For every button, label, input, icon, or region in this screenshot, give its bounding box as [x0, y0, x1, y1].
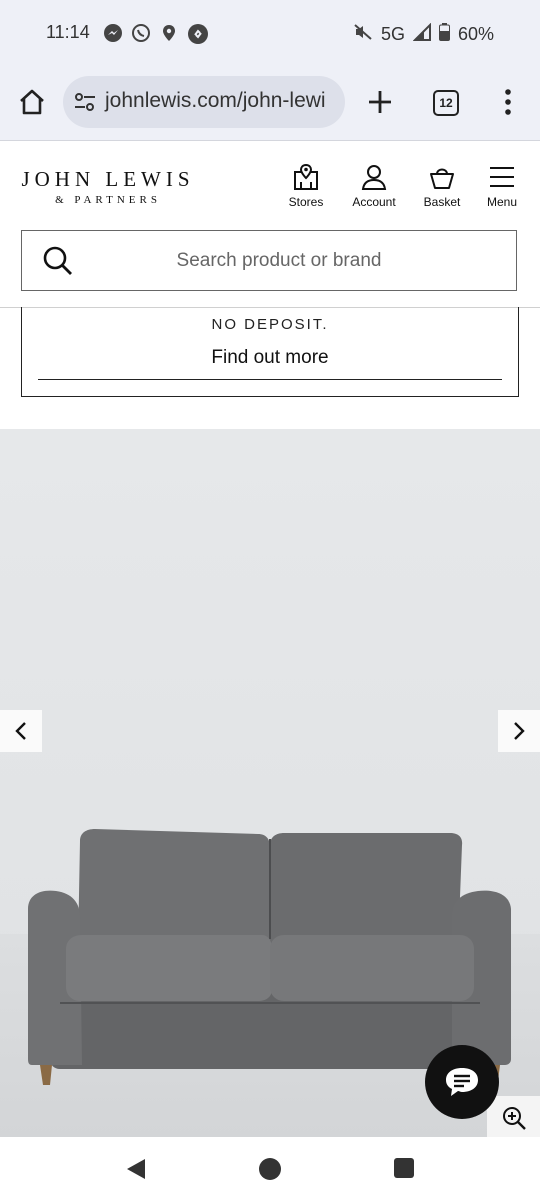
- promo-banner: NO DEPOSIT. Find out more: [21, 307, 519, 397]
- more-options-icon[interactable]: [500, 88, 516, 116]
- home-icon[interactable]: [16, 86, 48, 118]
- basket-icon: [430, 168, 454, 189]
- messenger-icon: [103, 23, 123, 43]
- logo-line1: JOHN LEWIS: [21, 167, 195, 191]
- gallery-prev-button[interactable]: [0, 710, 42, 752]
- status-right: 5G 60%: [353, 22, 494, 47]
- tab-switcher-button[interactable]: 12: [433, 90, 459, 116]
- link-underline: [38, 379, 502, 380]
- mute-icon: [353, 22, 373, 47]
- url-text[interactable]: johnlewis.com/john-lewi: [105, 89, 326, 113]
- zoom-button[interactable]: [487, 1096, 540, 1137]
- product-image: [28, 829, 511, 1085]
- account-label: Account: [352, 195, 396, 209]
- stores-button[interactable]: Stores: [284, 163, 328, 213]
- gallery-next-button[interactable]: [498, 710, 540, 752]
- status-bar: 11:14 5G 60%: [0, 0, 540, 68]
- address-bar[interactable]: johnlewis.com/john-lewi: [63, 76, 345, 128]
- menu-label: Menu: [486, 195, 518, 209]
- battery-icon: [438, 23, 450, 46]
- site-header: JOHN LEWIS & PARTNERS Stores Account Bas…: [0, 141, 540, 308]
- signal-icon: [412, 22, 431, 46]
- basket-label: Basket: [423, 195, 461, 209]
- chevron-left-icon: [15, 722, 26, 740]
- status-time: 11:14: [46, 22, 90, 42]
- new-tab-icon[interactable]: [366, 88, 394, 116]
- zoom-in-icon: [503, 1107, 526, 1130]
- promo-text: NO DEPOSIT.: [211, 316, 329, 333]
- find-out-more-link[interactable]: Find out more: [22, 347, 518, 369]
- location-icon: [159, 23, 179, 43]
- recents-icon[interactable]: [393, 1157, 415, 1179]
- back-icon[interactable]: [124, 1157, 148, 1181]
- stores-label: Stores: [288, 195, 324, 209]
- network-type: 5G: [380, 24, 405, 44]
- notification-icons: [103, 23, 208, 44]
- site-settings-icon[interactable]: [73, 90, 97, 114]
- logo-line2: & PARTNERS: [55, 194, 161, 206]
- search-placeholder: Search product or brand: [176, 250, 382, 271]
- basket-button[interactable]: Basket: [420, 163, 464, 213]
- product-image-gallery[interactable]: [0, 429, 540, 1137]
- browser-toolbar: johnlewis.com/john-lewi 12: [0, 68, 540, 141]
- store-locator-icon: [294, 163, 318, 190]
- john-lewis-logo[interactable]: JOHN LEWIS & PARTNERS: [20, 167, 196, 206]
- menu-button[interactable]: Menu: [482, 163, 522, 213]
- system-navigation-bar: [0, 1137, 540, 1200]
- whatsapp-icon: [131, 23, 151, 43]
- battery-level: 60%: [457, 24, 494, 44]
- account-icon: [361, 165, 387, 190]
- chevron-right-icon: [514, 722, 525, 740]
- shazam-icon: [187, 23, 208, 44]
- home-circle-icon[interactable]: [258, 1157, 282, 1181]
- chat-button[interactable]: [425, 1045, 499, 1119]
- hamburger-menu-icon: [490, 167, 514, 187]
- chat-icon: [446, 1068, 478, 1096]
- search-input[interactable]: Search product or brand: [21, 230, 517, 291]
- account-button[interactable]: Account: [348, 163, 400, 213]
